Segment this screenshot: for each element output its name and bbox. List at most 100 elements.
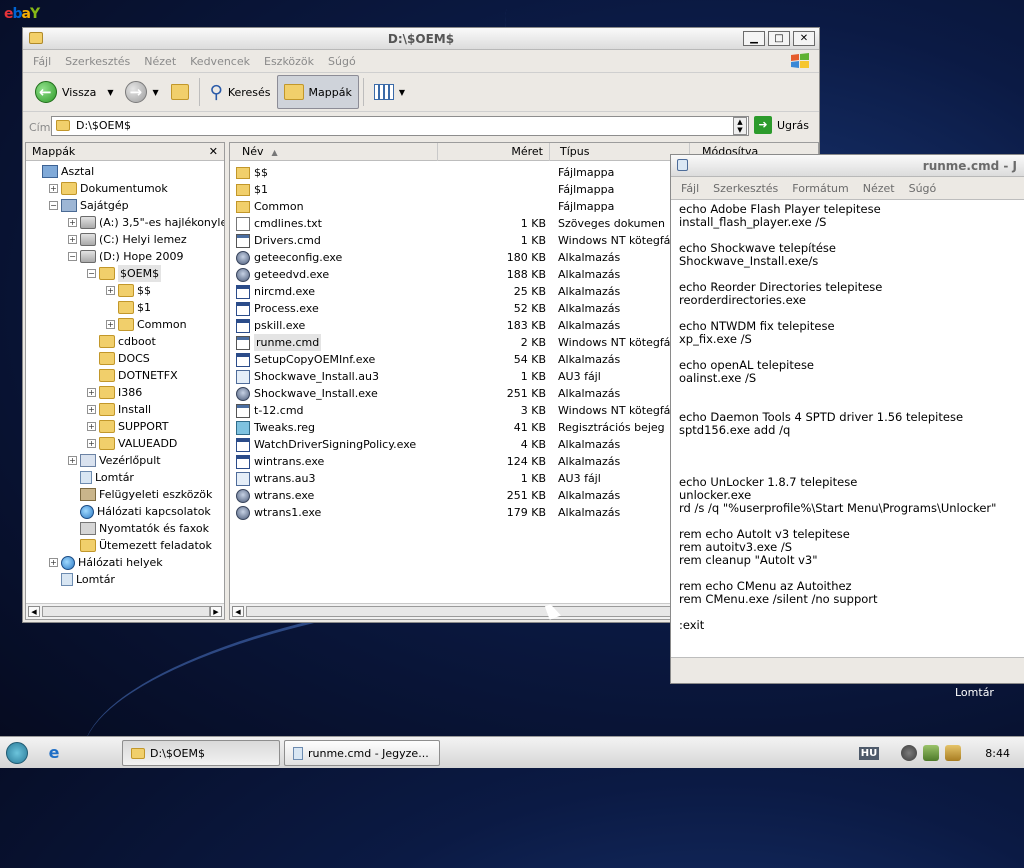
file-cmd-icon — [236, 403, 250, 418]
safely-remove-tray-icon[interactable] — [945, 745, 962, 761]
scroll-left-icon[interactable]: ◀ — [232, 606, 244, 617]
tree-item[interactable]: + (C:) Helyi lemez — [68, 231, 187, 248]
up-folder-button[interactable] — [165, 75, 195, 109]
address-dropdown-button[interactable]: ▲ ▼ — [733, 117, 747, 135]
menu-tools[interactable]: Eszközök — [264, 55, 314, 68]
taskbar-button-notepad[interactable]: runme.cmd - Jegyze... — [284, 740, 440, 766]
collapse-icon[interactable]: − — [87, 269, 96, 278]
column-name[interactable]: Név ▲ — [230, 143, 438, 161]
file-exe-icon — [236, 352, 250, 367]
search-button[interactable]: ⚲ Keresés — [204, 75, 277, 109]
menu-format[interactable]: Formátum — [792, 182, 848, 195]
tree-item[interactable]: + Hálózati helyek — [49, 554, 163, 571]
tree-item[interactable]: + Vezérlőpult — [68, 452, 161, 469]
notepad-text-area[interactable]: echo Adobe Flash Player telepitese insta… — [671, 199, 1024, 657]
views-button[interactable]: ▼ — [368, 75, 411, 109]
minimize-button[interactable]: ▁ — [743, 31, 765, 46]
notepad-menubar: Fájl Szerkesztés Formátum Nézet Súgó — [671, 177, 1024, 199]
file-name-cell: SetupCopyOEMInf.exe — [236, 351, 375, 368]
expand-icon[interactable]: + — [87, 439, 96, 448]
scroll-thumb[interactable] — [42, 606, 210, 617]
explorer-titlebar[interactable]: D:\$OEM$ ▁ □ ✕ — [23, 28, 819, 50]
tree-item[interactable]: Nyomtatók és faxok — [68, 520, 209, 537]
address-input[interactable]: D:\$OEM$ — [51, 116, 749, 136]
tree-item[interactable]: − Sajátgép — [49, 197, 129, 214]
tree-item[interactable]: Asztal — [30, 163, 94, 180]
menu-view[interactable]: Nézet — [863, 182, 895, 195]
tree-item[interactable]: cdboot — [87, 333, 156, 350]
back-dropdown-icon[interactable]: ▼ — [107, 88, 113, 97]
tree-item[interactable]: DOCS — [87, 350, 150, 367]
go-button[interactable]: ➜ Ugrás — [754, 116, 809, 134]
tree-item[interactable]: + Dokumentumok — [49, 180, 168, 197]
scroll-right-icon[interactable]: ▶ — [210, 606, 222, 617]
desktop-icon-label[interactable]: Lomtár — [955, 686, 994, 699]
recycle-bin-icon — [80, 471, 92, 484]
expand-icon[interactable]: + — [68, 235, 77, 244]
network-tray-icon[interactable] — [901, 745, 918, 761]
file-type: Alkalmazás — [558, 302, 621, 315]
forward-button[interactable]: → ▼ — [119, 75, 164, 109]
menu-edit[interactable]: Szerkesztés — [713, 182, 778, 195]
tree-item[interactable]: Lomtár — [49, 571, 115, 588]
tree-item[interactable]: + I386 — [87, 384, 142, 401]
tree-item[interactable]: + SUPPORT — [87, 418, 169, 435]
expand-icon[interactable]: + — [49, 558, 58, 567]
menu-help[interactable]: Súgó — [909, 182, 937, 195]
tree-item-label: Hálózati kapcsolatok — [97, 505, 211, 518]
menu-help[interactable]: Súgó — [328, 55, 356, 68]
close-button[interactable]: ✕ — [793, 31, 815, 46]
expand-icon[interactable]: + — [106, 320, 115, 329]
tree-item[interactable]: $1 — [106, 299, 151, 316]
folders-button[interactable]: Mappák — [276, 75, 359, 109]
expand-icon[interactable]: + — [87, 405, 96, 414]
file-exe-icon — [236, 284, 250, 299]
tree-item[interactable]: − (D:) Hope 2009 — [68, 248, 184, 265]
maximize-button[interactable]: □ — [768, 31, 790, 46]
scroll-left-icon[interactable]: ◀ — [28, 606, 40, 617]
internet-explorer-icon[interactable]: e — [44, 743, 64, 763]
file-name: wintrans.exe — [254, 455, 325, 468]
close-pane-icon[interactable]: ✕ — [209, 143, 218, 160]
tree-item[interactable]: − $OEM$ — [87, 265, 162, 282]
menu-file[interactable]: Fájl — [681, 182, 699, 195]
menu-file[interactable]: Fájl — [33, 55, 51, 68]
notepad-titlebar[interactable]: runme.cmd - J — [671, 155, 1024, 177]
column-size[interactable]: Méret — [438, 143, 550, 161]
start-button[interactable] — [6, 742, 28, 764]
folders-hscrollbar[interactable]: ◀ ▶ — [26, 603, 224, 619]
folder-open-icon — [99, 267, 115, 280]
clock[interactable]: 8:44 — [985, 747, 1010, 760]
expand-icon[interactable]: + — [68, 456, 77, 465]
menu-edit[interactable]: Szerkesztés — [65, 55, 130, 68]
column-type[interactable]: Típus — [550, 143, 690, 161]
forward-dropdown-icon[interactable]: ▼ — [152, 88, 158, 97]
tree-item[interactable]: DOTNETFX — [87, 367, 178, 384]
expand-icon[interactable]: + — [106, 286, 115, 295]
language-indicator[interactable]: HU — [858, 746, 880, 760]
expand-icon[interactable]: + — [87, 388, 96, 397]
tree-item[interactable]: + Common — [106, 316, 187, 333]
tree-item[interactable]: Hálózati kapcsolatok — [68, 503, 211, 520]
file-size: 188 KB — [506, 268, 546, 281]
tree-item[interactable]: Felügyeleti eszközök — [68, 486, 212, 503]
taskbar-button-explorer[interactable]: D:\$OEM$ — [122, 740, 280, 766]
connection-tray-icon[interactable] — [923, 745, 940, 761]
menu-favorites[interactable]: Kedvencek — [190, 55, 250, 68]
tree-item[interactable]: Lomtár — [68, 469, 134, 486]
tree-item[interactable]: + $$ — [106, 282, 151, 299]
tree-item[interactable]: + VALUEADD — [87, 435, 177, 452]
file-size: 25 KB — [513, 285, 546, 298]
file-cmd-icon — [236, 335, 250, 350]
folder-icon — [131, 747, 145, 759]
tree-item[interactable]: Ütemezett feladatok — [68, 537, 212, 554]
expand-icon[interactable]: + — [87, 422, 96, 431]
menu-view[interactable]: Nézet — [144, 55, 176, 68]
expand-icon[interactable]: + — [49, 184, 58, 193]
collapse-icon[interactable]: − — [68, 252, 77, 261]
tree-item[interactable]: + (A:) 3,5"-es hajlékonyle — [68, 214, 224, 231]
back-button[interactable]: ← Vissza ▼ — [29, 75, 119, 109]
collapse-icon[interactable]: − — [49, 201, 58, 210]
expand-icon[interactable]: + — [68, 218, 77, 227]
tree-item[interactable]: + Install — [87, 401, 151, 418]
